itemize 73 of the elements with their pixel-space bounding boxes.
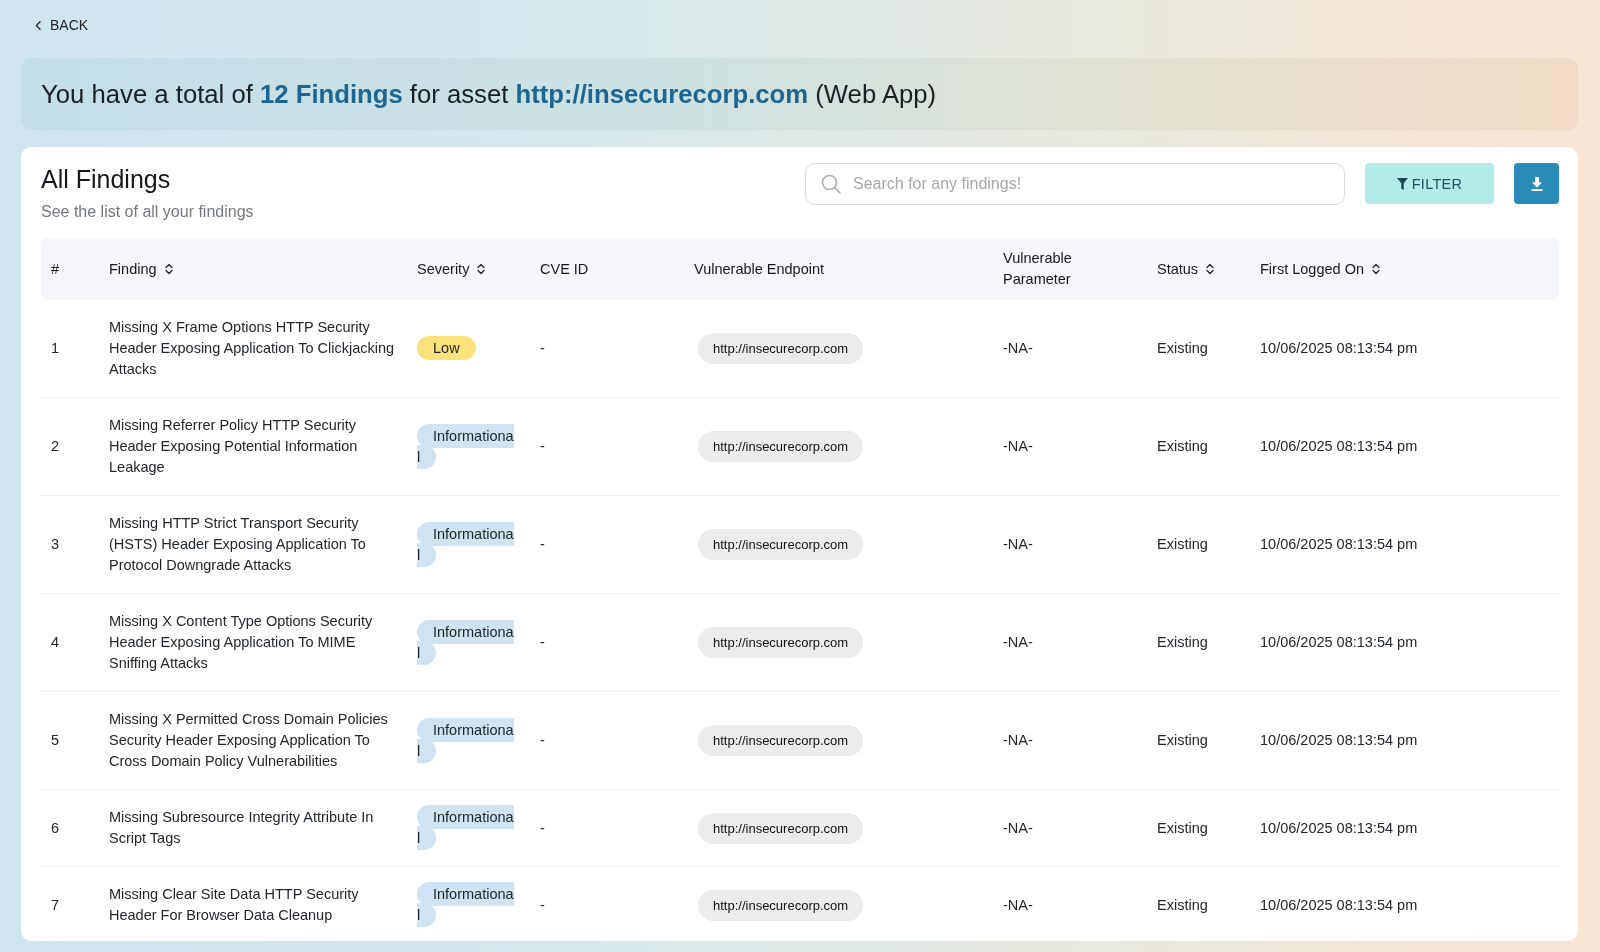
- logged-date: 10/06/2025 08:13:54 pm: [1260, 896, 1418, 913]
- parameter-value: -NA-: [1003, 536, 1033, 552]
- filter-button[interactable]: FILTER: [1365, 163, 1494, 204]
- row-number: 3: [51, 536, 60, 552]
- finding-title: Missing Clear Site Data HTTP Security Header For Browser Data Cleanup: [109, 886, 359, 923]
- parameter-value: -NA-: [1003, 732, 1033, 748]
- cve-id: -: [540, 732, 545, 748]
- column-header: Vulnerable Endpoint: [694, 259, 825, 279]
- row-number: 6: [51, 819, 60, 836]
- endpoint-chip: http://insecurecorp.com: [698, 889, 864, 921]
- sort-icon[interactable]: [164, 263, 173, 275]
- chevron-left-icon: [35, 20, 41, 30]
- search-field[interactable]: Search for any findings!: [805, 163, 1345, 205]
- status-text: Existing: [1157, 634, 1208, 650]
- download-button[interactable]: [1514, 163, 1559, 204]
- status-text: Existing: [1157, 438, 1208, 454]
- finding-title: Missing X Permitted Cross Domain Policies Security Header Exposing Application To Cross Domain Policy Vulnerabilities: [109, 711, 388, 769]
- panel-title: All Findings: [41, 164, 172, 195]
- column-header: CVE ID: [540, 259, 589, 279]
- logged-date: 10/06/2025 08:13:54 pm: [1260, 634, 1418, 650]
- status-text: Existing: [1157, 732, 1208, 748]
- endpoint-chip: http://insecurecorp.com: [698, 431, 864, 462]
- column-header: Severity: [417, 259, 470, 279]
- severity-tag: Low: [417, 338, 476, 359]
- cve-id: -: [540, 536, 545, 552]
- parameter-value: -NA-: [1003, 896, 1033, 913]
- row-number: 5: [51, 732, 60, 748]
- parameter-value: -NA-: [1003, 819, 1033, 836]
- endpoint-chip: http://insecurecorp.com: [698, 627, 864, 658]
- parameter-value: -NA-: [1003, 340, 1033, 356]
- status-text: Existing: [1157, 340, 1208, 356]
- logged-date: 10/06/2025 08:13:54 pm: [1260, 536, 1418, 552]
- sort-icon[interactable]: [1372, 263, 1380, 275]
- row-number: 7: [51, 896, 60, 913]
- logged-date: 10/06/2025 08:13:54 pm: [1260, 732, 1418, 748]
- sort-icon[interactable]: [1206, 263, 1215, 275]
- finding-title: Missing X Frame Options HTTP Security Header Exposing Application To Clickjacking Attacks: [109, 319, 395, 377]
- endpoint-chip: http://insecurecorp.com: [698, 725, 864, 756]
- row-number: 4: [51, 634, 60, 650]
- logged-date: 10/06/2025 08:13:54 pm: [1260, 819, 1418, 836]
- row-number: 2: [51, 438, 60, 454]
- finding-title: Missing Subresource Integrity Attribute In Script Tags: [109, 809, 374, 846]
- cve-id: -: [540, 896, 545, 913]
- cve-id: -: [540, 438, 545, 454]
- finding-title: Missing HTTP Strict Transport Security (HSTS) Header Exposing Application To Protocol Downgrade Attacks: [109, 515, 366, 573]
- parameter-value: -NA-: [1003, 634, 1033, 650]
- cve-id: -: [540, 340, 545, 356]
- cve-id: -: [540, 634, 545, 650]
- parameter-value: -NA-: [1003, 438, 1033, 454]
- row-number: 1: [51, 340, 60, 356]
- finding-title: Missing X Content Type Options Security Header Exposing Application To MIME Sniffing Attacks: [109, 613, 373, 671]
- finding-title: Missing Referrer Policy HTTP Security Header Exposing Potential Information Leakage: [109, 417, 358, 475]
- endpoint-chip: http://insecurecorp.com: [698, 529, 864, 560]
- funnel-icon: [1396, 177, 1408, 190]
- download-icon: [1530, 176, 1543, 191]
- column-header: Status: [1157, 259, 1199, 279]
- endpoint-chip: http://insecurecorp.com: [698, 333, 864, 364]
- column-header: Finding: [109, 259, 157, 279]
- status-text: Existing: [1157, 896, 1208, 913]
- column-header: #: [51, 259, 60, 279]
- status-text: Existing: [1157, 536, 1208, 552]
- cve-id: -: [540, 819, 545, 836]
- search-icon: [821, 174, 841, 194]
- status-text: Existing: [1157, 819, 1208, 836]
- endpoint-chip: http://insecurecorp.com: [698, 812, 864, 844]
- column-header: Vulnerable Parameter: [1003, 249, 1073, 289]
- summary-text: You have a total of 12 Findings for asset http://insecurecorp.com (Web App): [41, 79, 937, 109]
- logged-date: 10/06/2025 08:13:54 pm: [1260, 340, 1418, 356]
- column-header: First Logged On: [1260, 259, 1364, 279]
- back-button[interactable]: BACK: [35, 16, 89, 34]
- logged-date: 10/06/2025 08:13:54 pm: [1260, 438, 1418, 454]
- panel-subtitle: See the list of all your findings: [41, 202, 255, 222]
- sort-icon[interactable]: [477, 263, 486, 275]
